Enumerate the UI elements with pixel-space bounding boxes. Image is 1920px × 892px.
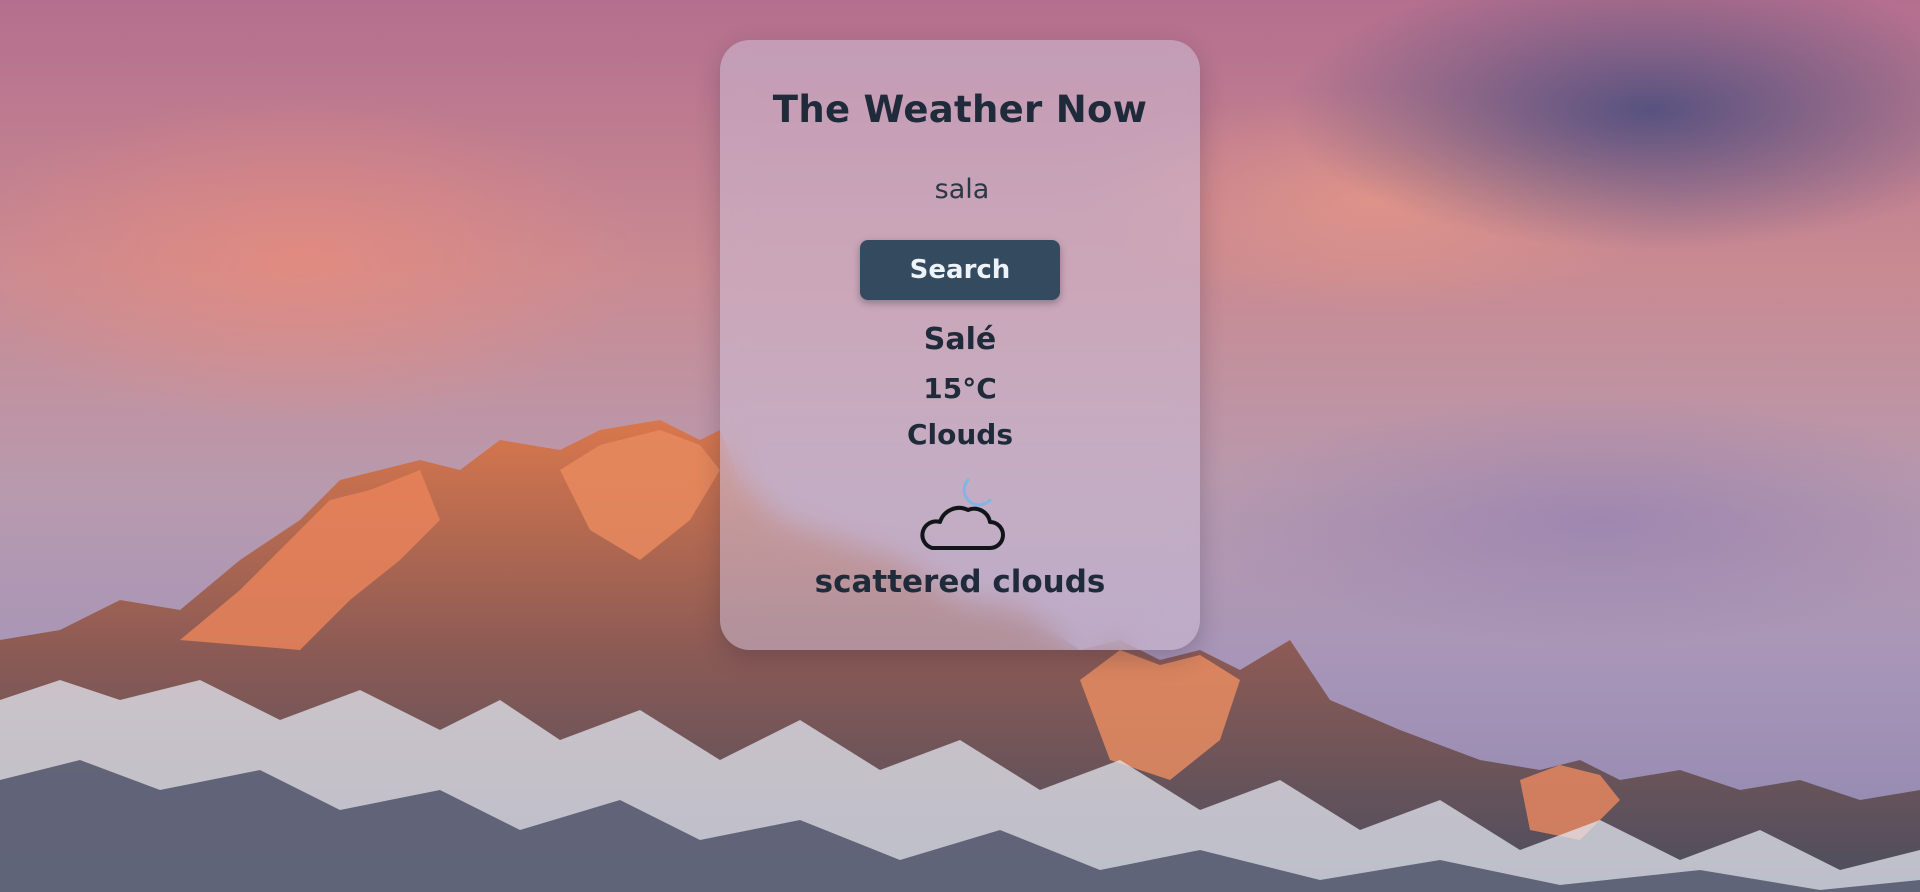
city-name: Salé [923, 322, 997, 357]
city-search-input[interactable] [810, 168, 1114, 210]
weather-description: scattered clouds [814, 564, 1106, 600]
night-cloud-icon [920, 478, 1005, 550]
weather-card: The Weather Now Search Salé 15°C Clouds … [720, 40, 1200, 650]
temperature: 15°C [923, 372, 997, 405]
weather-condition: Clouds [906, 418, 1014, 451]
search-button[interactable]: Search [860, 240, 1060, 300]
app-title: The Weather Now [772, 88, 1148, 131]
